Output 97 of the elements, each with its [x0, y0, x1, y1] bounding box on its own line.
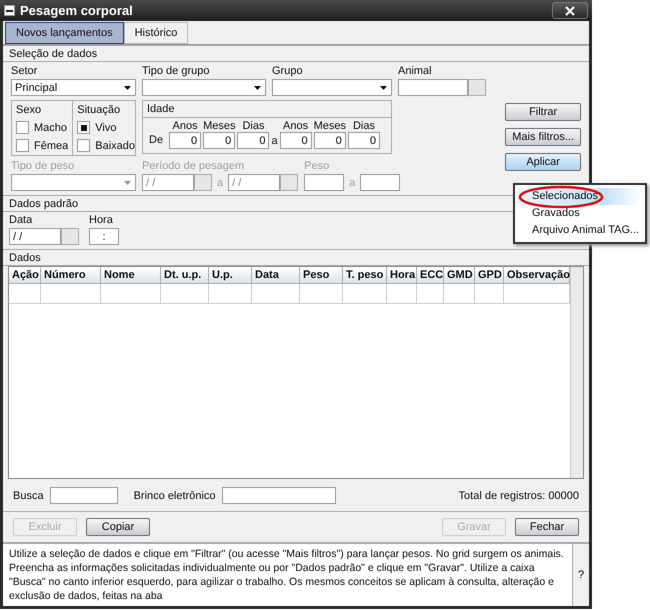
table-cell — [475, 284, 504, 304]
calendar-button[interactable] — [194, 174, 212, 191]
number-field[interactable]: 0 — [280, 132, 312, 149]
dropdown[interactable] — [142, 79, 266, 96]
table-cell — [41, 284, 101, 304]
field-label: Grupo — [272, 65, 304, 77]
unit-label: Anos — [172, 120, 198, 132]
checkbox[interactable] — [16, 121, 29, 134]
number-field[interactable]: 0 — [348, 132, 380, 149]
column-header[interactable]: Data — [252, 267, 300, 284]
close-button[interactable] — [552, 2, 588, 19]
range-label: a — [271, 135, 278, 147]
column-header[interactable]: Hora — [387, 267, 417, 284]
section-header: Dados — [3, 249, 589, 266]
column-header[interactable]: Nome — [101, 267, 161, 284]
help-text: Utilize a seleção de dados e clique em "Filtrar" (ou acesse "Mais filtros") para lançar pesos. No grid surgem os animais. Preencha as informações solicitadas individualmente ou por "Dados padrão" e clique em "Gravar". Utilize a caixa "Busca" no canto inferior esquerdo, para agilizar o trabalho. Os mesmos conceitos se aplicam à consulta, alteração e exclusão de dados, feitas na aba — [8, 547, 565, 604]
dropdown[interactable] — [11, 174, 136, 191]
column-header[interactable]: Dt. u.p. — [161, 267, 209, 284]
lookup-button[interactable] — [468, 79, 486, 96]
input-field[interactable] — [222, 487, 336, 504]
column-header[interactable]: Número — [41, 267, 101, 284]
unit-label: Anos — [283, 120, 308, 132]
time-field[interactable]: : — [89, 228, 119, 245]
calendar-button[interactable] — [61, 228, 79, 245]
field-label: Busca — [13, 490, 44, 502]
table-cell — [343, 284, 387, 304]
dialog-button[interactable]: Copiar — [86, 518, 150, 536]
group-title: Idade — [147, 103, 175, 115]
column-header[interactable]: Observação — [504, 267, 570, 284]
range-label: a — [349, 176, 356, 188]
column-header[interactable]: GPD — [475, 267, 504, 284]
table-cell — [444, 284, 475, 304]
column-header[interactable]: Peso — [300, 267, 343, 284]
column-header[interactable]: T. peso — [343, 267, 387, 284]
calendar-button[interactable] — [280, 174, 298, 191]
table-cell — [161, 284, 209, 304]
column-header[interactable]: Ação — [9, 267, 41, 284]
unit-label: Dias — [242, 120, 264, 132]
tab[interactable]: Histórico — [124, 22, 188, 44]
input-field[interactable] — [304, 174, 344, 191]
number-field[interactable]: 0 — [203, 132, 236, 149]
number-field[interactable]: 0 — [169, 132, 202, 149]
minimize-icon[interactable] — [4, 5, 15, 16]
dropdown[interactable] — [272, 79, 392, 96]
column-header[interactable]: ECC — [417, 267, 444, 284]
dropdown[interactable]: Principal — [11, 79, 136, 96]
checkbox[interactable] — [77, 121, 90, 134]
table-cell — [252, 284, 300, 304]
action-button[interactable]: Aplicar — [505, 153, 581, 171]
field-label: Tipo de grupo — [142, 65, 210, 77]
checkbox[interactable] — [16, 139, 29, 152]
tab[interactable]: Novos lançamentos — [5, 22, 124, 44]
unit-label: Dias — [352, 120, 375, 132]
dialog-button[interactable]: Fechar — [515, 518, 579, 536]
table-cell — [209, 284, 252, 304]
section-header: Seleção de dados — [3, 45, 589, 62]
field-label: Data — [9, 214, 34, 226]
search-field[interactable] — [50, 487, 118, 504]
record-count: Total de registros: 00000 — [458, 490, 579, 502]
number-field[interactable]: 0 — [314, 132, 346, 149]
scrollbar[interactable] — [570, 267, 583, 478]
number-field[interactable]: 0 — [237, 132, 270, 149]
field-label: Animal — [398, 65, 433, 77]
range-label: a — [217, 176, 224, 188]
action-button[interactable]: Filtrar — [505, 103, 581, 121]
range-label: De — [149, 134, 164, 146]
field-label: Período de pesagem — [142, 160, 246, 172]
table-cell — [300, 284, 343, 304]
table-cell — [101, 284, 161, 304]
input-field[interactable] — [360, 174, 400, 191]
date-field[interactable]: / / — [9, 228, 61, 245]
checkbox-label: Vivo — [95, 122, 116, 134]
field-label: Brinco eletrônico — [134, 490, 216, 502]
unit-label: Meses — [314, 120, 346, 132]
close-icon — [565, 6, 575, 16]
table-cell — [417, 284, 444, 304]
column-header[interactable]: GMD — [444, 267, 475, 284]
checkbox-label: Baixado — [95, 140, 136, 152]
field-label: Tipo de peso — [11, 160, 76, 172]
group-title: Situação — [77, 104, 122, 116]
checkbox[interactable] — [77, 139, 90, 152]
window-title: Pesagem corporal — [20, 3, 133, 18]
checkbox-label: Macho — [34, 122, 68, 134]
action-button[interactable]: Mais filtros... — [505, 128, 581, 146]
group-title: Sexo — [16, 104, 42, 116]
unit-label: Meses — [203, 120, 236, 132]
menu-item[interactable]: Arquivo Animal TAG... — [518, 222, 642, 239]
table-cell — [9, 284, 41, 304]
menu-item[interactable]: Gravados — [518, 205, 642, 222]
field-label: Peso — [304, 160, 330, 172]
input-field[interactable] — [398, 79, 468, 96]
table-cell — [387, 284, 417, 304]
checkbox-label: Fêmea — [34, 140, 68, 152]
help-button[interactable]: ? — [572, 544, 589, 606]
field-label: Setor — [11, 65, 38, 77]
column-header[interactable]: U.p. — [209, 267, 252, 284]
field-label: Hora — [89, 214, 114, 226]
